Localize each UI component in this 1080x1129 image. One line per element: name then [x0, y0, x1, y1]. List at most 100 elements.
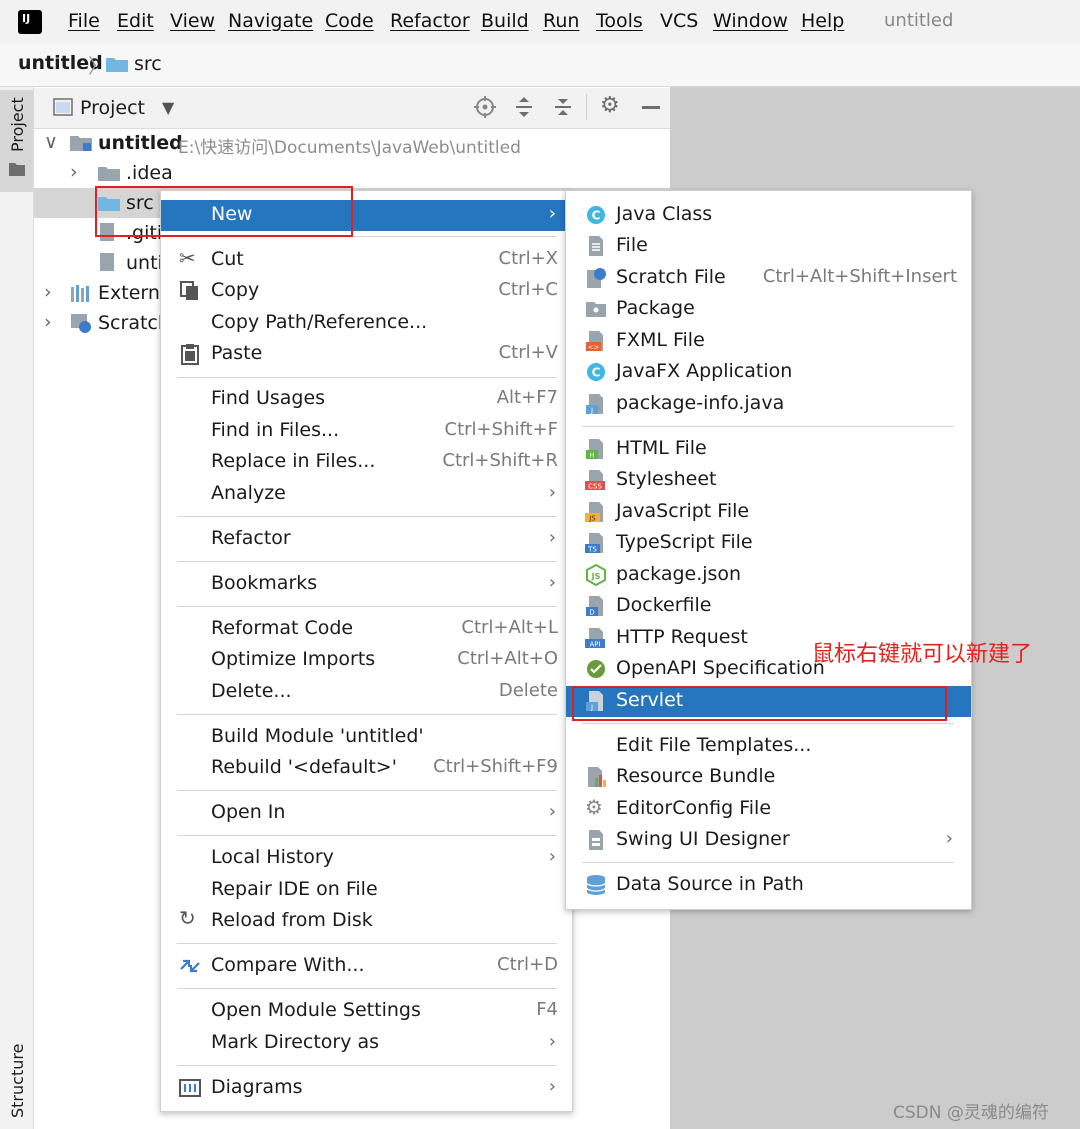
gear-icon[interactable]: ⚙ — [600, 93, 620, 118]
menu-run[interactable]: Run — [543, 10, 579, 32]
chevron-down-icon[interactable]: ∨ — [44, 131, 58, 153]
menu-window[interactable]: Window — [713, 10, 788, 32]
menu-item-delete[interactable]: Delete... Delete — [161, 677, 572, 708]
submenu-item-file[interactable]: File — [566, 231, 971, 262]
chevron-right-icon[interactable]: › — [70, 161, 78, 183]
menu-item-cut[interactable]: ✂ Cut Ctrl+X — [161, 245, 572, 276]
menu-item-refactor[interactable]: Refactor › — [161, 524, 572, 555]
menu-vcs[interactable]: VCS — [660, 10, 698, 32]
menu-item-reload-from-disk[interactable]: ↻ Reload from Disk — [161, 906, 572, 937]
submenu-item-javascript-file[interactable]: JS JavaScript File — [566, 497, 971, 528]
menu-item-rebuild[interactable]: Rebuild '<default>' Ctrl+Shift+F9 — [161, 753, 572, 784]
chevron-right-icon: › — [945, 828, 953, 849]
project-view-title[interactable]: Project — [80, 97, 145, 119]
submenu-item-package[interactable]: Package — [566, 294, 971, 325]
shortcut-label: Ctrl+Shift+R — [442, 450, 558, 471]
submenu-item-label: FXML File — [616, 329, 705, 351]
tree-iml-label: unti — [126, 252, 163, 274]
submenu-item-label: Package — [616, 297, 695, 319]
tree-row-root[interactable]: ∨ untitled E:\快速访问\Documents\JavaWeb\unt… — [34, 128, 670, 158]
menu-navigate[interactable]: Navigate — [228, 10, 313, 32]
menu-item-diagrams[interactable]: Diagrams › — [161, 1073, 572, 1104]
swing-form-icon — [589, 830, 603, 850]
tree-row-idea[interactable]: › .idea — [34, 158, 670, 188]
menu-item-label: Cut — [211, 248, 244, 270]
menu-item-label: Replace in Files... — [211, 450, 376, 472]
submenu-item-stylesheet[interactable]: CSS Stylesheet — [566, 465, 971, 496]
menu-item-open-in[interactable]: Open In › — [161, 798, 572, 829]
submenu-item-package-info[interactable]: J package-info.java — [566, 389, 971, 420]
structure-tool-tab[interactable]: Structure — [0, 1040, 33, 1129]
menu-item-reformat-code[interactable]: Reformat Code Ctrl+Alt+L — [161, 614, 572, 645]
submenu-item-java-class[interactable]: C Java Class — [566, 200, 971, 231]
menu-item-repair-ide[interactable]: Repair IDE on File — [161, 875, 572, 906]
submenu-item-label: HTML File — [616, 437, 707, 459]
resource-bundle-icon — [588, 767, 606, 787]
menu-item-open-module-settings[interactable]: Open Module Settings F4 — [161, 996, 572, 1027]
project-tab-label: Project — [8, 97, 27, 152]
view-dropdown-chevron-down-icon[interactable]: ▼ — [162, 98, 174, 117]
shortcut-label: F4 — [536, 999, 558, 1020]
menu-help[interactable]: Help — [801, 10, 844, 32]
chevron-right-icon[interactable]: › — [44, 311, 52, 333]
submenu-divider — [582, 723, 954, 724]
menu-tools[interactable]: Tools — [596, 10, 643, 32]
submenu-item-resource-bundle[interactable]: Resource Bundle — [566, 762, 971, 793]
submenu-item-fxml-file[interactable]: <> FXML File — [566, 326, 971, 357]
hide-panel-icon[interactable] — [642, 106, 660, 109]
menu-edit[interactable]: Edit — [117, 10, 154, 32]
menu-item-analyze[interactable]: Analyze › — [161, 479, 572, 510]
folder-icon — [9, 163, 25, 176]
menu-item-label: Analyze — [211, 482, 286, 504]
collapse-all-icon[interactable] — [552, 96, 574, 118]
menu-divider — [177, 835, 557, 836]
menu-item-optimize-imports[interactable]: Optimize Imports Ctrl+Alt+O — [161, 645, 572, 676]
menu-refactor[interactable]: Refactor — [390, 10, 470, 32]
menu-divider — [177, 714, 557, 715]
menu-item-find-in-files[interactable]: Find in Files... Ctrl+Shift+F — [161, 416, 572, 447]
expand-all-icon[interactable] — [513, 96, 535, 118]
breadcrumb-folder[interactable]: src — [134, 53, 162, 75]
menu-item-label: Compare With... — [211, 954, 365, 976]
submenu-item-label: Swing UI Designer — [616, 828, 790, 850]
shortcut-label: Ctrl+D — [497, 954, 558, 975]
menu-divider — [177, 516, 557, 517]
locate-icon[interactable] — [474, 96, 496, 118]
chevron-right-icon[interactable]: › — [44, 281, 52, 303]
shortcut-label: Delete — [498, 680, 558, 701]
submenu-item-package-json[interactable]: JS package.json — [566, 560, 971, 591]
submenu-item-label: Stylesheet — [616, 468, 717, 490]
submenu-item-typescript-file[interactable]: TS TypeScript File — [566, 528, 971, 559]
shortcut-label: Alt+F7 — [496, 387, 558, 408]
menu-item-copy[interactable]: Copy Ctrl+C — [161, 276, 572, 307]
java-class-icon: C — [587, 206, 605, 224]
chevron-right-icon: › — [548, 1031, 556, 1052]
project-tool-tab[interactable]: Project — [0, 90, 33, 192]
tree-root-path: E:\快速访问\Documents\JavaWeb\untitled — [178, 138, 521, 158]
menu-item-mark-directory-as[interactable]: Mark Directory as › — [161, 1028, 572, 1059]
submenu-item-html-file[interactable]: H HTML File — [566, 434, 971, 465]
svg-text:API: API — [589, 641, 600, 649]
highlight-box-new — [95, 186, 353, 237]
submenu-item-editorconfig-file[interactable]: ⚙ EditorConfig File — [566, 794, 971, 825]
submenu-item-javafx-application[interactable]: C JavaFX Application — [566, 357, 971, 388]
menu-view[interactable]: View — [170, 10, 215, 32]
menu-build[interactable]: Build — [481, 10, 529, 32]
submenu-item-edit-file-templates[interactable]: Edit File Templates... — [566, 731, 971, 762]
menu-item-copy-path[interactable]: Copy Path/Reference... — [161, 308, 572, 339]
menu-item-build-module[interactable]: Build Module 'untitled' — [161, 722, 572, 753]
submenu-item-scratch-file[interactable]: Scratch File Ctrl+Alt+Shift+Insert — [566, 263, 971, 294]
menu-item-replace-in-files[interactable]: Replace in Files... Ctrl+Shift+R — [161, 447, 572, 478]
menu-item-local-history[interactable]: Local History › — [161, 843, 572, 874]
submenu-item-swing-ui-designer[interactable]: Swing UI Designer › — [566, 825, 971, 856]
menu-file[interactable]: File — [68, 10, 100, 32]
submenu-item-data-source-in-path[interactable]: Data Source in Path — [566, 870, 971, 901]
menu-item-paste[interactable]: Paste Ctrl+V — [161, 339, 572, 370]
menu-item-label: Rebuild '<default>' — [211, 756, 397, 778]
menu-code[interactable]: Code — [325, 10, 374, 32]
menu-item-find-usages[interactable]: Find Usages Alt+F7 — [161, 384, 572, 415]
window-title: untitled — [884, 10, 954, 31]
submenu-item-dockerfile[interactable]: D Dockerfile — [566, 591, 971, 622]
menu-item-compare-with[interactable]: Compare With... Ctrl+D — [161, 951, 572, 982]
menu-item-bookmarks[interactable]: Bookmarks › — [161, 569, 572, 600]
